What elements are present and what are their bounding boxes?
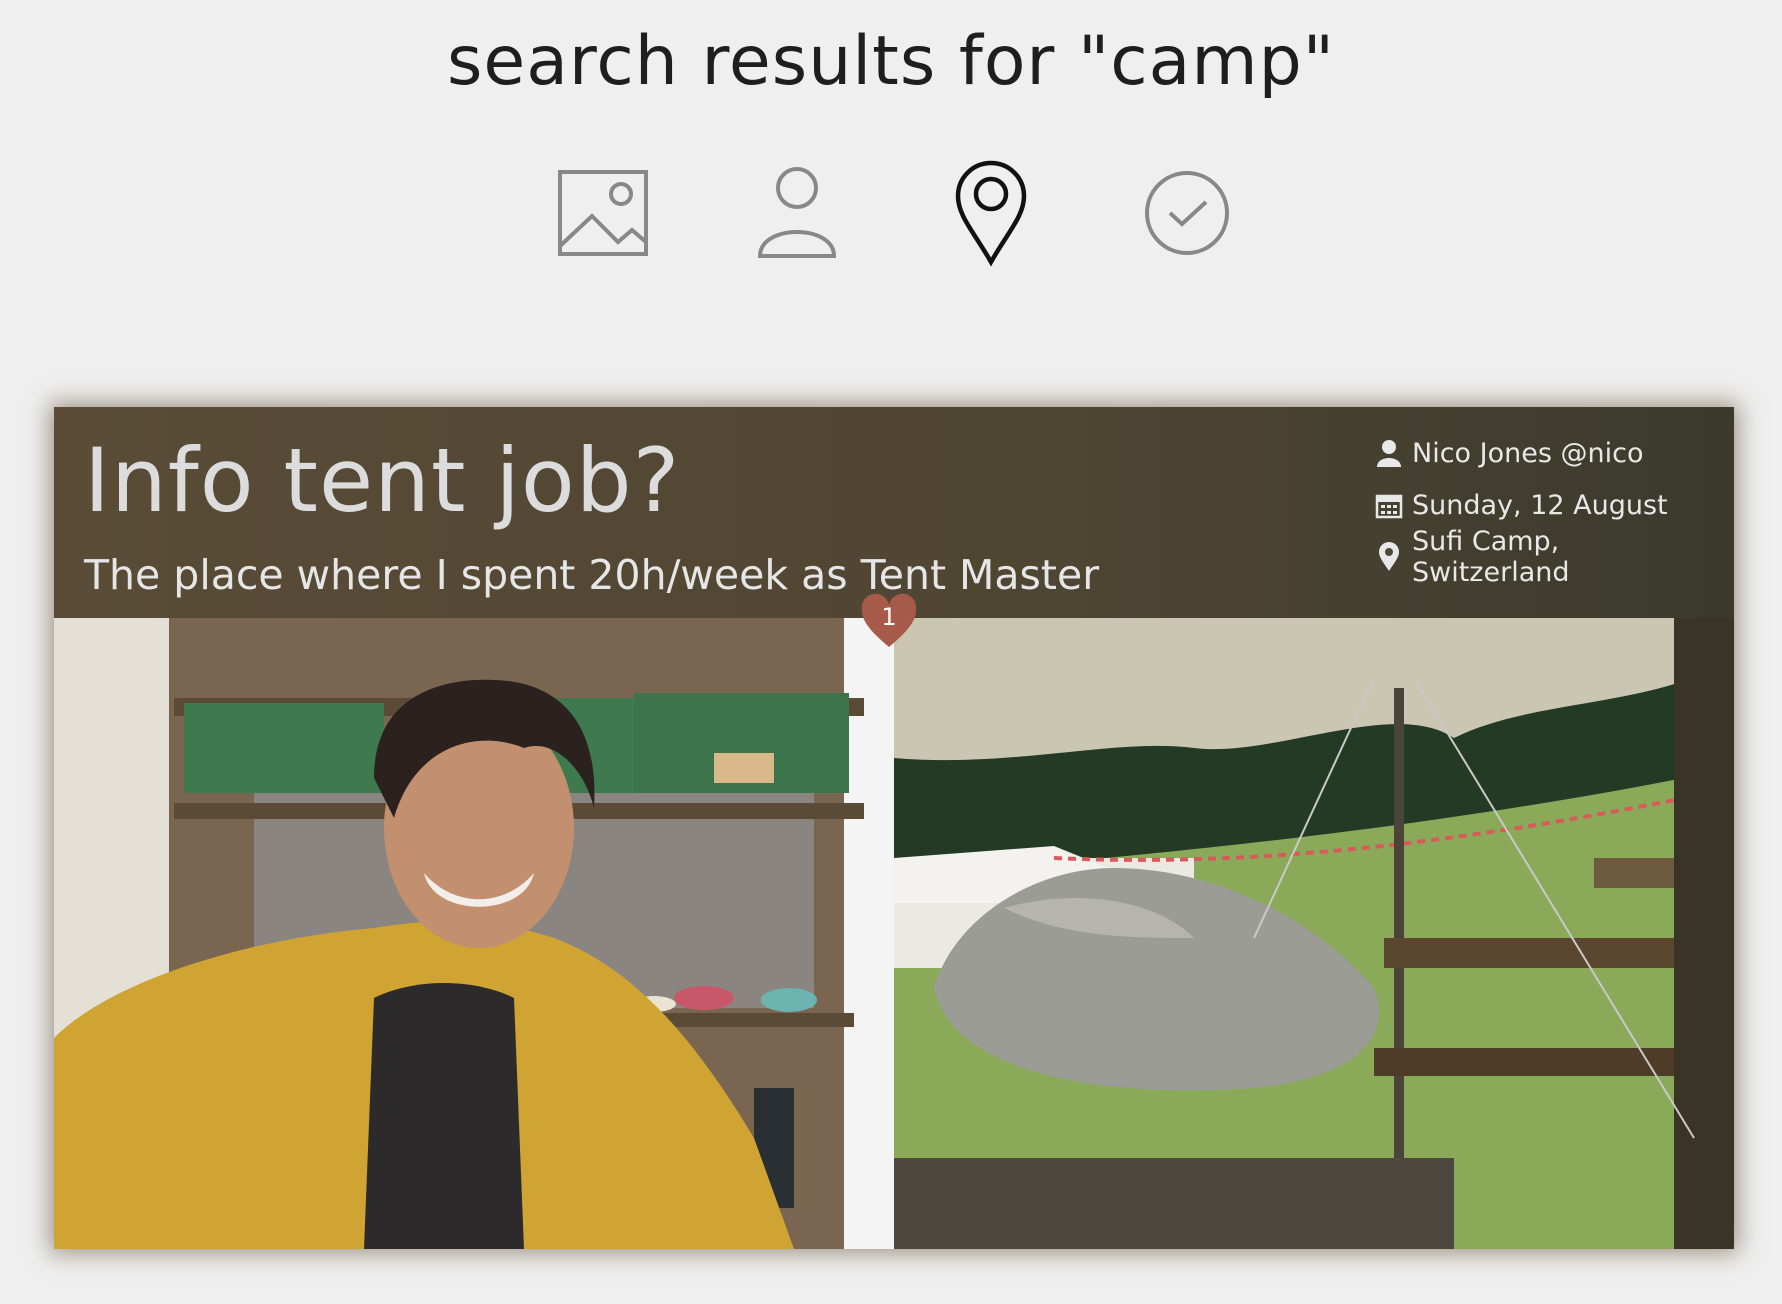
filter-places-button[interactable] bbox=[936, 158, 1046, 268]
check-circle-icon bbox=[1145, 171, 1229, 255]
page-title: search results for "camp" bbox=[446, 22, 1336, 101]
user-icon bbox=[1377, 440, 1401, 467]
location-pin-icon bbox=[1379, 542, 1399, 571]
post-card[interactable]: Info tent job? The place where I spent 2… bbox=[54, 407, 1734, 1249]
like-count: 1 bbox=[881, 603, 897, 631]
post-photo-tent[interactable] bbox=[894, 618, 1734, 1249]
post-meta: Nico Jones @nico Sunday, 12 August Sufi … bbox=[1374, 427, 1724, 588]
map-pin-icon bbox=[955, 160, 1027, 267]
image-icon bbox=[558, 170, 648, 256]
post-location-row[interactable]: Sufi Camp, Switzerland bbox=[1374, 526, 1724, 588]
selfie-photo-image bbox=[54, 618, 894, 1249]
filter-people-button[interactable] bbox=[742, 158, 852, 268]
filter-tasks-button[interactable] bbox=[1132, 158, 1242, 268]
post-author[interactable]: Nico Jones @nico bbox=[1412, 438, 1643, 469]
calendar-icon bbox=[1375, 494, 1403, 519]
post-location[interactable]: Sufi Camp, Switzerland bbox=[1412, 526, 1724, 588]
post-subtitle: The place where I spent 20h/week as Tent… bbox=[84, 551, 1100, 599]
tent-photo-image bbox=[894, 618, 1734, 1249]
post-date-row: Sunday, 12 August bbox=[1374, 479, 1724, 531]
person-icon bbox=[757, 167, 837, 258]
like-button[interactable]: 1 bbox=[860, 593, 918, 651]
post-date: Sunday, 12 August bbox=[1412, 489, 1668, 521]
filter-photos-button[interactable] bbox=[548, 158, 658, 268]
post-header: Info tent job? The place where I spent 2… bbox=[54, 407, 1734, 618]
post-title[interactable]: Info tent job? bbox=[84, 429, 680, 532]
search-filter-bar bbox=[0, 158, 1782, 268]
post-photo-selfie[interactable] bbox=[54, 618, 894, 1249]
post-author-row[interactable]: Nico Jones @nico bbox=[1374, 427, 1724, 479]
